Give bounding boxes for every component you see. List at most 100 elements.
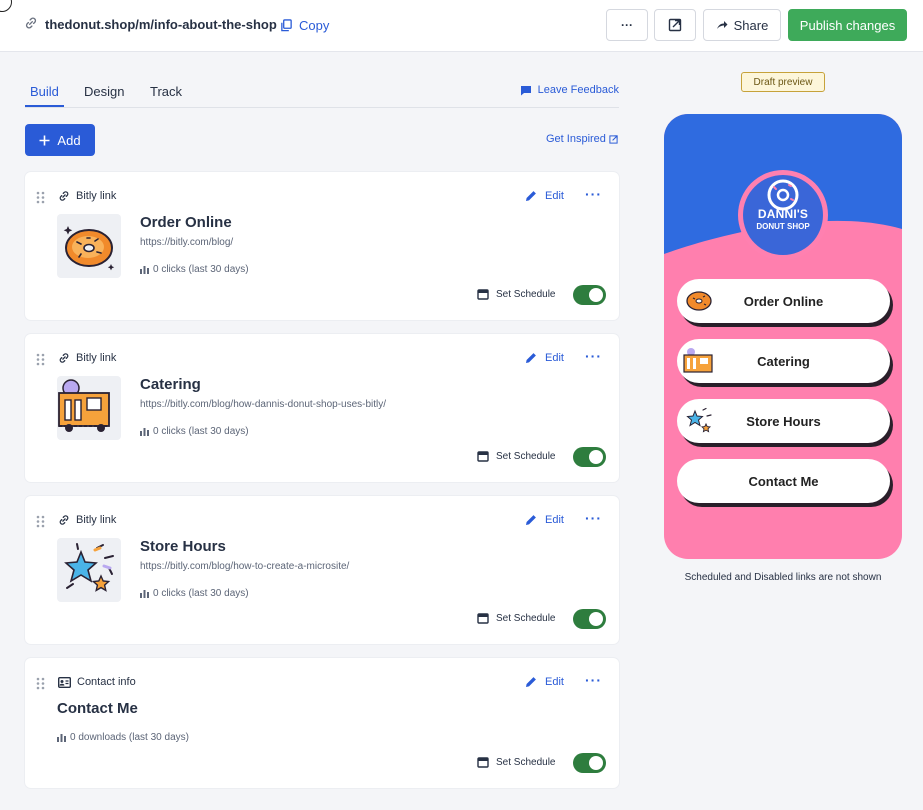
pencil-icon bbox=[526, 353, 536, 363]
preview-button-order-online[interactable]: Order Online bbox=[677, 279, 890, 323]
copy-label: Copy bbox=[299, 17, 330, 33]
card-type-label: Bitly link bbox=[58, 190, 116, 202]
more-options-button[interactable]: ··· bbox=[606, 9, 648, 41]
card-title: Order Online bbox=[140, 214, 232, 231]
edit-button[interactable]: Edit bbox=[525, 190, 564, 202]
link-icon bbox=[25, 17, 37, 29]
card-stats-text: 0 clicks (last 30 days) bbox=[153, 426, 249, 437]
card-stats: 0 clicks (last 30 days) bbox=[140, 264, 249, 275]
card-more-button[interactable]: ··· bbox=[585, 510, 602, 526]
tab-track[interactable]: Track bbox=[150, 84, 182, 99]
leave-feedback-link[interactable]: Leave Feedback bbox=[520, 84, 619, 96]
editor-tabs: Build Design Track Leave Feedback bbox=[25, 82, 619, 108]
bar-chart-icon bbox=[140, 428, 149, 436]
get-inspired-link[interactable]: Get Inspired bbox=[546, 133, 618, 145]
card-title: Store Hours bbox=[140, 538, 226, 555]
publish-label: Publish changes bbox=[799, 17, 896, 33]
feedback-label: Leave Feedback bbox=[537, 84, 619, 96]
card-url: https://bitly.com/blog/how-to-create-a-m… bbox=[140, 561, 350, 572]
card-stats-text: 0 clicks (last 30 days) bbox=[153, 588, 249, 599]
card-thumbnail bbox=[57, 214, 121, 278]
contact-card-icon bbox=[58, 676, 71, 688]
calendar-icon bbox=[477, 289, 489, 300]
calendar-icon bbox=[477, 451, 489, 462]
pencil-icon bbox=[526, 677, 536, 687]
card-type-text: Contact info bbox=[77, 676, 136, 688]
card-type-label: Bitly link bbox=[58, 514, 116, 526]
copy-url-button[interactable]: Copy bbox=[280, 14, 329, 36]
truck-icon bbox=[683, 348, 713, 373]
shop-logo: DANNI'S DONUT SHOP bbox=[738, 170, 828, 260]
preview-button-label: Contact Me bbox=[748, 473, 819, 489]
add-label: Add bbox=[57, 132, 81, 148]
truck-icon bbox=[58, 379, 110, 432]
preview-button-contact-me[interactable]: Contact Me bbox=[677, 459, 890, 503]
logo-name: DANNI'S bbox=[757, 207, 809, 221]
card-stats-text: 0 downloads (last 30 days) bbox=[70, 732, 189, 743]
pencil-icon bbox=[526, 191, 536, 201]
card-more-button[interactable]: ··· bbox=[585, 348, 602, 364]
preview-button-store-hours[interactable]: Store Hours bbox=[677, 399, 890, 443]
enabled-toggle[interactable] bbox=[573, 753, 606, 773]
add-button[interactable]: Add bbox=[25, 124, 95, 156]
card-stats: 0 downloads (last 30 days) bbox=[57, 732, 189, 743]
enabled-toggle[interactable] bbox=[573, 609, 606, 629]
tab-design[interactable]: Design bbox=[84, 84, 124, 99]
open-external-button[interactable] bbox=[654, 9, 696, 41]
edit-button[interactable]: Edit bbox=[525, 676, 564, 688]
preview-note: Scheduled and Disabled links are not sho… bbox=[684, 572, 882, 583]
card-url: https://bitly.com/blog/ bbox=[140, 237, 234, 248]
card-stats-text: 0 clicks (last 30 days) bbox=[153, 264, 249, 275]
bar-chart-icon bbox=[140, 266, 149, 274]
share-label: Share bbox=[733, 17, 769, 33]
share-button[interactable]: Share bbox=[703, 9, 781, 41]
link-card-order-online: Bitly link Edit ··· Order Online https:/… bbox=[25, 172, 619, 320]
edit-button[interactable]: Edit bbox=[525, 514, 564, 526]
link-icon bbox=[59, 191, 69, 201]
drag-handle-icon[interactable] bbox=[36, 677, 45, 690]
set-schedule-button[interactable]: Set Schedule bbox=[477, 450, 556, 462]
card-thumbnail bbox=[57, 376, 121, 440]
card-type-text: Bitly link bbox=[76, 514, 117, 526]
card-title: Catering bbox=[140, 376, 201, 393]
external-link-icon bbox=[609, 134, 618, 144]
set-schedule-button[interactable]: Set Schedule bbox=[477, 612, 556, 624]
drag-handle-icon[interactable] bbox=[36, 353, 45, 366]
preview-button-label: Order Online bbox=[743, 293, 824, 309]
card-type-text: Bitly link bbox=[76, 352, 117, 364]
enabled-toggle[interactable] bbox=[573, 447, 606, 467]
link-card-catering: Bitly link Edit ··· Catering https://bit… bbox=[25, 334, 619, 482]
drag-handle-icon[interactable] bbox=[36, 515, 45, 528]
edit-button[interactable]: Edit bbox=[525, 352, 564, 364]
card-stats: 0 clicks (last 30 days) bbox=[140, 588, 249, 599]
drag-handle-icon[interactable] bbox=[36, 191, 45, 204]
share-arrow-icon bbox=[716, 21, 728, 29]
set-schedule-button[interactable]: Set Schedule bbox=[477, 288, 556, 300]
edit-label: Edit bbox=[545, 676, 564, 688]
stars-icon bbox=[64, 543, 114, 592]
feedback-icon bbox=[520, 85, 531, 95]
tab-build[interactable]: Build bbox=[25, 84, 64, 107]
draft-preview-badge: Draft preview bbox=[741, 72, 825, 92]
bar-chart-icon bbox=[140, 590, 149, 598]
copy-icon bbox=[281, 18, 292, 31]
phone-preview: DANNI'S DONUT SHOP Order Online Catering… bbox=[664, 114, 902, 559]
card-stats: 0 clicks (last 30 days) bbox=[140, 426, 249, 437]
edit-label: Edit bbox=[545, 352, 564, 364]
stars-icon bbox=[686, 407, 712, 433]
set-schedule-button[interactable]: Set Schedule bbox=[477, 756, 556, 768]
card-more-button[interactable]: ··· bbox=[585, 672, 602, 688]
calendar-icon bbox=[477, 757, 489, 768]
calendar-icon bbox=[477, 613, 489, 624]
publish-changes-button[interactable]: Publish changes bbox=[788, 9, 907, 41]
card-title: Contact Me bbox=[57, 700, 138, 717]
card-type-label: Contact info bbox=[58, 676, 136, 688]
card-thumbnail bbox=[57, 538, 121, 602]
enabled-toggle[interactable] bbox=[573, 285, 606, 305]
card-more-button[interactable]: ··· bbox=[585, 186, 602, 202]
set-schedule-label: Set Schedule bbox=[496, 756, 556, 768]
preview-button-catering[interactable]: Catering bbox=[677, 339, 890, 383]
inspired-label: Get Inspired bbox=[546, 133, 606, 145]
preview-button-label: Store Hours bbox=[746, 413, 821, 429]
microsite-url: thedonut.shop/m/info-about-the-shop bbox=[45, 17, 277, 32]
